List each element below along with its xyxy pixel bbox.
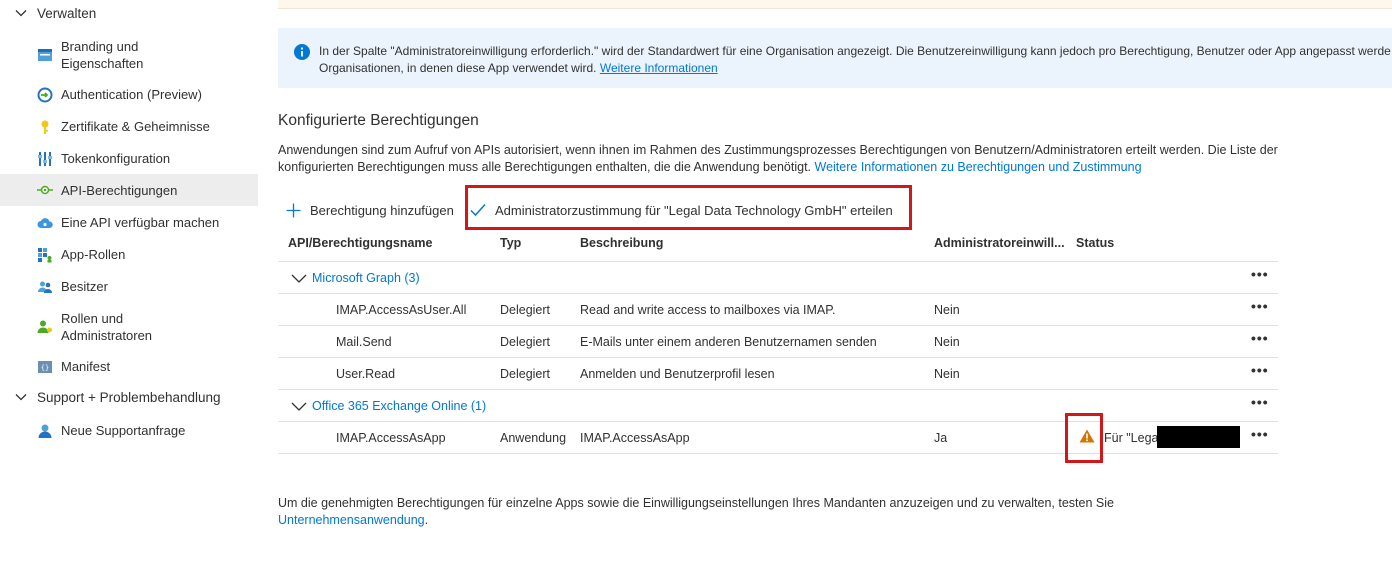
info-banner: In der Spalte "Administratoreinwilligung… bbox=[278, 28, 1392, 88]
sidebar-item-label: Manifest bbox=[61, 359, 111, 374]
more-options-icon[interactable]: ••• bbox=[1251, 394, 1269, 410]
sidebar-item-token-config[interactable]: Tokenkonfiguration bbox=[0, 148, 258, 170]
api-permissions-icon bbox=[37, 185, 53, 195]
permission-name-link[interactable]: IMAP.AccessAsUser.All bbox=[336, 303, 466, 317]
more-options-icon[interactable]: ••• bbox=[1251, 426, 1269, 442]
more-options-icon[interactable]: ••• bbox=[1251, 362, 1269, 378]
info-text-line2: Organisationen, in denen diese App verwe… bbox=[319, 60, 597, 75]
group-microsoft-graph[interactable]: Microsoft Graph (3) bbox=[290, 271, 420, 285]
header-status[interactable]: Status bbox=[1076, 236, 1114, 250]
add-permission-label: Berechtigung hinzufügen bbox=[310, 202, 454, 218]
add-permission-button[interactable]: Berechtigung hinzufügen bbox=[286, 200, 454, 220]
footer-note: Um die genehmigten Berechtigungen für ei… bbox=[278, 495, 1278, 529]
permission-name-link[interactable]: User.Read bbox=[336, 367, 395, 381]
permission-description: IMAP.AccessAsApp bbox=[580, 431, 690, 445]
branding-icon bbox=[38, 49, 52, 61]
admin-consent-value: Nein bbox=[934, 335, 960, 349]
sidebar-item-manifest[interactable]: {} Manifest bbox=[0, 356, 258, 378]
sidebar-item-expose-api[interactable]: Eine API verfügbar machen bbox=[0, 212, 258, 234]
permission-name-link[interactable]: Mail.Send bbox=[336, 335, 392, 349]
notification-strip bbox=[278, 0, 1392, 9]
chevron-down-icon bbox=[291, 274, 307, 283]
sidebar-item-label: Branding und Eigenschaften bbox=[61, 39, 144, 71]
section-description: Anwendungen sind zum Aufruf von APIs aut… bbox=[278, 142, 1278, 176]
chevron-down-icon bbox=[15, 394, 27, 401]
permission-description: Read and write access to mailboxes via I… bbox=[580, 303, 836, 317]
section-title: Konfigurierte Berechtigungen bbox=[278, 112, 479, 129]
redaction-bar bbox=[1157, 426, 1240, 448]
plus-icon bbox=[286, 203, 301, 217]
highlight-box bbox=[465, 185, 912, 230]
svg-text:{}: {} bbox=[41, 364, 49, 372]
more-options-icon[interactable]: ••• bbox=[1251, 266, 1269, 282]
header-type[interactable]: Typ bbox=[500, 236, 521, 250]
authentication-icon bbox=[37, 87, 53, 103]
group-label: Office 365 Exchange Online (1) bbox=[312, 399, 487, 413]
more-options-icon[interactable]: ••• bbox=[1251, 298, 1269, 314]
table-row bbox=[278, 358, 1278, 390]
group-label: Microsoft Graph (3) bbox=[312, 271, 420, 285]
sidebar-item-roles-admins[interactable]: Rollen und Administratoren bbox=[0, 310, 258, 344]
group-office-365-exchange[interactable]: Office 365 Exchange Online (1) bbox=[290, 399, 486, 413]
admin-consent-value: Nein bbox=[934, 303, 960, 317]
app-roles-icon bbox=[38, 248, 52, 263]
sidebar-item-label: Neue Supportanfrage bbox=[61, 423, 186, 438]
section-support[interactable]: Support + Problembehandlung bbox=[0, 386, 221, 408]
permission-description: E-Mails unter einem anderen Benutzername… bbox=[580, 335, 877, 349]
header-admin-consent[interactable]: Administratoreinwill... bbox=[934, 236, 1065, 250]
admin-consent-value: Nein bbox=[934, 367, 960, 381]
chevron-down-icon bbox=[15, 10, 27, 17]
sidebar-item-label: Tokenkonfiguration bbox=[61, 151, 171, 166]
sidebar-item-branding[interactable]: Branding und Eigenschaften bbox=[0, 38, 258, 72]
cloud-icon bbox=[37, 218, 53, 228]
manifest-icon: {} bbox=[38, 361, 52, 373]
sidebar-item-app-roles[interactable]: App-Rollen bbox=[0, 244, 258, 266]
admin-consent-value: Ja bbox=[934, 431, 948, 445]
section-label: Verwalten bbox=[37, 5, 97, 21]
sidebar-item-label: Authentication (Preview) bbox=[61, 87, 202, 102]
permission-description: Anmelden und Benutzerprofil lesen bbox=[580, 367, 775, 381]
info-more-link[interactable]: Weitere Informationen bbox=[600, 61, 718, 75]
roles-admins-icon bbox=[37, 320, 52, 333]
permission-type: Delegiert bbox=[500, 335, 551, 349]
sidebar-item-label: Zertifikate & Geheimnisse bbox=[61, 119, 210, 134]
sidebar-item-certificates[interactable]: Zertifikate & Geheimnisse bbox=[0, 116, 258, 138]
permission-name-link[interactable]: IMAP.AccessAsApp bbox=[336, 431, 446, 445]
footer-text: Um die genehmigten Berechtigungen für ei… bbox=[278, 496, 1114, 510]
sidebar-item-label: Rollen und Administratoren bbox=[61, 311, 153, 343]
chevron-down-icon bbox=[291, 402, 307, 411]
key-icon bbox=[41, 120, 49, 134]
section-label: Support + Problembehandlung bbox=[37, 389, 221, 405]
status-text: Für "Legal bbox=[1104, 431, 1162, 445]
sidebar-item-label: Eine API verfügbar machen bbox=[61, 215, 220, 230]
group-row bbox=[278, 262, 1278, 294]
info-text-line1: In der Spalte "Administratoreinwilligung… bbox=[319, 44, 1391, 58]
permission-type: Delegiert bbox=[500, 303, 551, 317]
permissions-consent-link[interactable]: Weitere Informationen zu Berechtigungen … bbox=[815, 160, 1142, 174]
sidebar-item-authentication[interactable]: Authentication (Preview) bbox=[0, 84, 258, 106]
highlight-box bbox=[1065, 413, 1103, 463]
footer-tail: . bbox=[424, 513, 429, 527]
info-icon bbox=[294, 44, 310, 60]
sidebar-item-new-support-request[interactable]: Neue Supportanfrage bbox=[0, 420, 258, 442]
more-options-icon[interactable]: ••• bbox=[1251, 330, 1269, 346]
enterprise-app-link[interactable]: Unternehmensanwendung bbox=[278, 513, 425, 527]
permission-type: Delegiert bbox=[500, 367, 551, 381]
sidebar-item-owners[interactable]: Besitzer bbox=[0, 276, 258, 298]
sidebar: Verwalten Branding und Eigenschaften Aut… bbox=[0, 0, 258, 569]
token-config-icon bbox=[38, 152, 52, 166]
permission-type: Anwendung bbox=[500, 431, 567, 445]
owners-icon bbox=[38, 281, 52, 293]
sidebar-item-label: API-Berechtigungen bbox=[61, 183, 178, 198]
support-request-icon bbox=[38, 424, 52, 438]
sidebar-item-api-permissions[interactable]: API-Berechtigungen bbox=[0, 174, 258, 206]
header-api-name[interactable]: API/Berechtigungsname bbox=[288, 236, 432, 250]
header-description[interactable]: Beschreibung bbox=[580, 236, 663, 250]
sidebar-item-label: App-Rollen bbox=[61, 247, 126, 262]
sidebar-item-label: Besitzer bbox=[61, 279, 108, 294]
section-verwalten[interactable]: Verwalten bbox=[0, 2, 96, 24]
info-text: In der Spalte "Administratoreinwilligung… bbox=[319, 43, 1392, 76]
